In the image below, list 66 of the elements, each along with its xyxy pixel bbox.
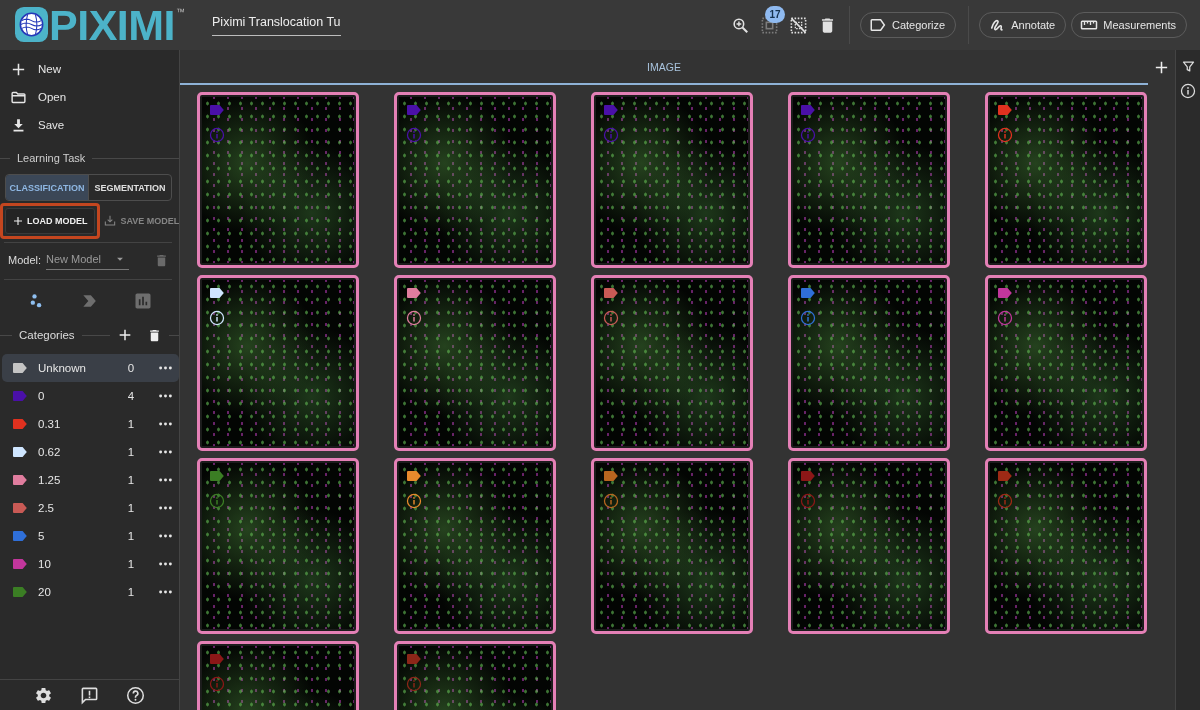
category-item[interactable]: Unknown 0 — [2, 354, 179, 382]
category-count: 4 — [126, 390, 136, 402]
category-name: 2.5 — [38, 502, 55, 514]
category-item[interactable]: 20 1 — [2, 578, 179, 606]
feedback-icon[interactable] — [80, 685, 99, 705]
category-item[interactable]: 0.62 1 — [2, 438, 179, 466]
model-select[interactable]: New Model — [46, 250, 130, 270]
task-tab[interactable]: CLASSIFICATION — [6, 175, 88, 200]
category-name: 0 — [38, 390, 46, 402]
task-tab[interactable]: SEGMENTATION — [88, 175, 171, 200]
category-item[interactable]: 2.5 1 — [2, 494, 179, 522]
category-item[interactable]: 0.31 1 — [2, 410, 179, 438]
download-tray-icon — [102, 214, 117, 228]
section-heading: Learning Task — [17, 152, 86, 164]
model-label: Model: — [8, 254, 42, 266]
ellipsis-icon[interactable] — [159, 590, 172, 594]
info-icon[interactable] — [406, 493, 422, 509]
ellipsis-icon[interactable] — [159, 366, 172, 370]
ellipsis-icon[interactable] — [159, 478, 172, 482]
filter-icon[interactable] — [1180, 59, 1196, 74]
category-item[interactable]: 0 4 — [2, 382, 179, 410]
delete-icon[interactable] — [147, 327, 162, 343]
ellipsis-icon[interactable] — [159, 562, 172, 566]
settings-icon[interactable] — [34, 685, 53, 705]
image-tab[interactable]: IMAGE — [180, 50, 1148, 85]
section-heading: Categories — [19, 329, 75, 341]
tag-outline-icon — [869, 16, 887, 34]
plus-icon — [12, 215, 24, 227]
category-count: 1 — [126, 474, 136, 486]
category-name: 1.25 — [38, 474, 62, 486]
info-icon[interactable] — [406, 310, 422, 326]
ellipsis-icon[interactable] — [159, 450, 172, 454]
menu-item[interactable]: New — [0, 55, 179, 83]
zoom-in-icon[interactable] — [731, 15, 750, 35]
category-name: 20 — [38, 586, 52, 598]
category-name: 0.31 — [38, 418, 62, 430]
ellipsis-icon[interactable] — [159, 506, 172, 510]
category-item[interactable]: 10 1 — [2, 550, 179, 578]
menu-item[interactable]: Open — [0, 83, 179, 111]
category-count: 0 — [126, 362, 136, 374]
trademark-sign: ™ — [176, 8, 186, 17]
category-count: 1 — [126, 558, 136, 570]
category-name: Unknown — [38, 362, 87, 374]
category-name: 5 — [38, 530, 46, 542]
category-item[interactable]: 5 1 — [2, 522, 179, 550]
ellipsis-icon[interactable] — [159, 422, 172, 426]
category-count: 1 — [126, 502, 136, 514]
menu-item[interactable]: Save — [0, 111, 179, 139]
category-name: 10 — [38, 558, 52, 570]
ellipsis-icon[interactable] — [159, 394, 172, 398]
load-model-button[interactable]: LOAD MODEL — [5, 208, 95, 234]
category-count: 1 — [126, 418, 136, 430]
logo-icon — [15, 7, 48, 42]
ellipsis-icon[interactable] — [159, 534, 172, 538]
help-icon[interactable] — [126, 685, 145, 705]
project-name-field[interactable]: Piximi Translocation Tu — [212, 12, 341, 36]
logo-text: PIXIMI — [49, 7, 176, 43]
count-badge: 17 — [765, 5, 785, 23]
category-count: 1 — [126, 530, 136, 542]
category-count: 1 — [126, 446, 136, 458]
category-name: 0.62 — [38, 446, 62, 458]
category-item[interactable]: 1.25 1 — [2, 466, 179, 494]
plus-icon[interactable] — [1153, 59, 1170, 76]
dashed-square-slash-icon[interactable] — [789, 15, 808, 35]
plus-icon[interactable] — [117, 327, 133, 343]
category-count: 1 — [126, 586, 136, 598]
